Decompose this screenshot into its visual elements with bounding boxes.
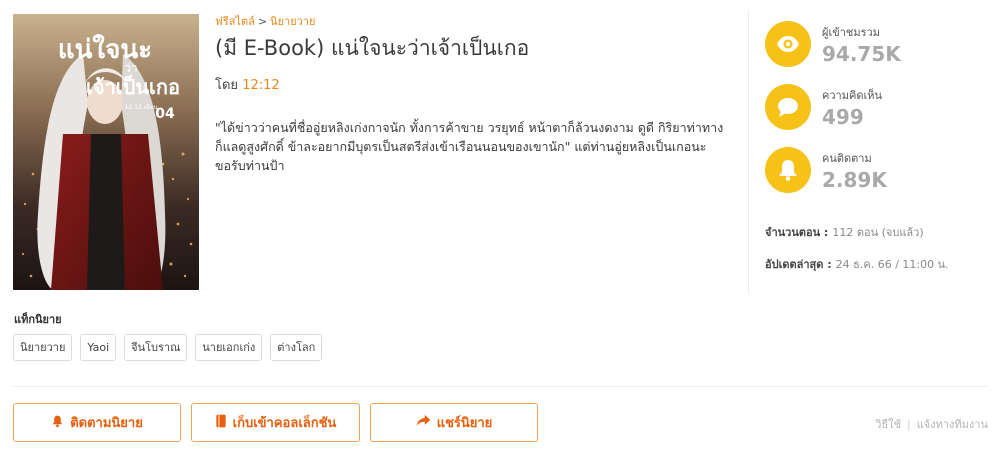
author-prefix: โดย [215,78,239,93]
stat-comments: ความคิดเห็น 499 [765,83,990,146]
stat-comments-label: ความคิดเห็น [822,89,882,102]
tag-item[interactable]: ต่างโลก [270,334,323,361]
updated-value: 24 ธ.ค. 66 / 11:00 น. [835,258,949,271]
tag-list: นิยายวาย Yaoi จีนโบราณ นายเอกเก่ง ต่างโล… [13,334,323,361]
report-link[interactable]: แจ้งทางทีมงาน [917,418,988,431]
cover-author: 12:12 เขียน [125,103,158,111]
cover-title-line3: เจ้าเป็นเกอ [86,74,180,99]
bookmark-icon [215,414,227,432]
collection-button-label: เก็บเข้าคอลเล็กชัน [232,416,337,431]
footer-links: วิธีใช้ | แจ้งทางทีมงาน [875,415,988,433]
author-name[interactable]: 12:12 [242,78,279,93]
cover-title-line1: แน่ใจนะ [58,34,152,65]
stat-followers: คนติดตาม 2.89K [765,146,990,209]
author-line: โดย 12:12 [215,76,735,96]
tag-item[interactable]: นิยายวาย [13,334,73,361]
updated-label: อัปเดตล่าสุด : [765,258,832,271]
tags-title: แท็กนิยาย [14,313,62,326]
follow-button-label: ติดตามนิยาย [70,416,143,431]
cover-title-line2: ว่า [124,61,137,75]
stat-followers-value: 2.89K [822,168,887,192]
tag-item[interactable]: Yaoi [80,334,117,361]
breadcrumb: ฟรีสไตล์ > นิยายวาย [215,14,735,30]
tag-item[interactable]: นายเอกเก่ง [195,334,263,361]
novel-synopsis: "ได้ข่าวว่าคนที่ชื่ออู่ยหลิงเก่งกาจนัก ท… [215,120,724,173]
novel-cover: แน่ใจนะ ว่า เจ้าเป็นเกอ 12:12 เขียน 04 [13,14,199,290]
horizontal-divider [13,386,988,387]
breadcrumb-separator: > [257,15,268,28]
episodes-label: จำนวนตอน : [765,226,829,239]
eye-icon [765,21,811,67]
novel-title: (มี E-Book) แน่ใจนะว่าเจ้าเป็นเกอ [215,36,530,60]
action-bar: ติดตามนิยาย เก็บเข้าคอลเล็กชัน แชร์นิยาย [13,403,538,442]
footer-separator: | [907,418,911,431]
cover-illustration: แน่ใจนะ ว่า เจ้าเป็นเกอ 12:12 เขียน 04 [13,14,199,290]
cover-volume: 04 [155,106,175,122]
add-to-collection-button[interactable]: เก็บเข้าคอลเล็กชัน [191,403,360,442]
share-arrow-icon [416,414,431,431]
novel-info: ฟรีสไตล์ > นิยายวาย (มี E-Book) แน่ใจนะว่า… [215,14,735,175]
comment-icon [765,84,811,130]
episodes-value: 112 ตอน (จบแล้ว) [832,226,924,239]
vertical-divider [748,12,749,294]
tag-item[interactable]: จีนโบราณ [124,334,188,361]
updated-info: อัปเดตล่าสุด :24 ธ.ค. 66 / 11:00 น. [765,255,949,273]
stat-comments-value: 499 [822,105,864,129]
breadcrumb-subcategory[interactable]: นิยายวาย [270,15,315,28]
share-button-label: แชร์นิยาย [436,416,493,431]
stat-views: ผู้เข้าชมรวม 94.75K [765,20,990,83]
stat-followers-label: คนติดตาม [822,152,872,165]
breadcrumb-category[interactable]: ฟรีสไตล์ [215,15,255,28]
episodes-info: จำนวนตอน :112 ตอน (จบแล้ว) [765,223,924,241]
share-button[interactable]: แชร์นิยาย [370,403,538,442]
follow-button[interactable]: ติดตามนิยาย [13,403,181,442]
stat-views-value: 94.75K [822,42,901,66]
help-link[interactable]: วิธีใช้ [875,418,901,431]
bell-icon [51,414,64,432]
stats-panel: ผู้เข้าชมรวม 94.75K ความคิดเห็น 499 คนติ… [765,20,990,209]
bell-icon [765,147,811,193]
stat-views-label: ผู้เข้าชมรวม [822,26,880,39]
